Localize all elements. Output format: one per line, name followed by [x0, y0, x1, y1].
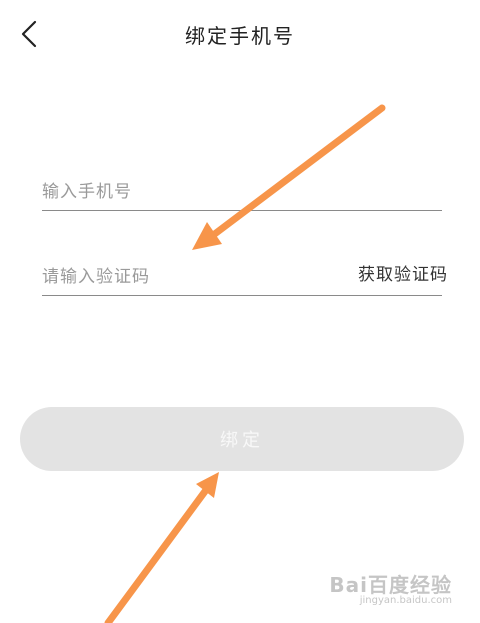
watermark-url: jingyan.baidu.com: [359, 595, 452, 606]
code-field: 获取验证码: [42, 255, 447, 296]
annotation-arrows: [104, 104, 386, 623]
watermark-logo: Bai百度经验: [329, 573, 452, 597]
phone-input[interactable]: [42, 176, 332, 208]
annotation-arrow: [104, 472, 219, 623]
header-bar: 绑定手机号: [0, 0, 480, 70]
watermark: Bai百度经验 jingyan.baidu.com: [302, 569, 452, 613]
phone-field: [42, 170, 442, 211]
verification-code-input[interactable]: [42, 261, 332, 293]
get-code-button[interactable]: 获取验证码: [358, 260, 448, 285]
page-title: 绑定手机号: [185, 24, 295, 48]
bind-button[interactable]: 绑定: [20, 407, 464, 471]
